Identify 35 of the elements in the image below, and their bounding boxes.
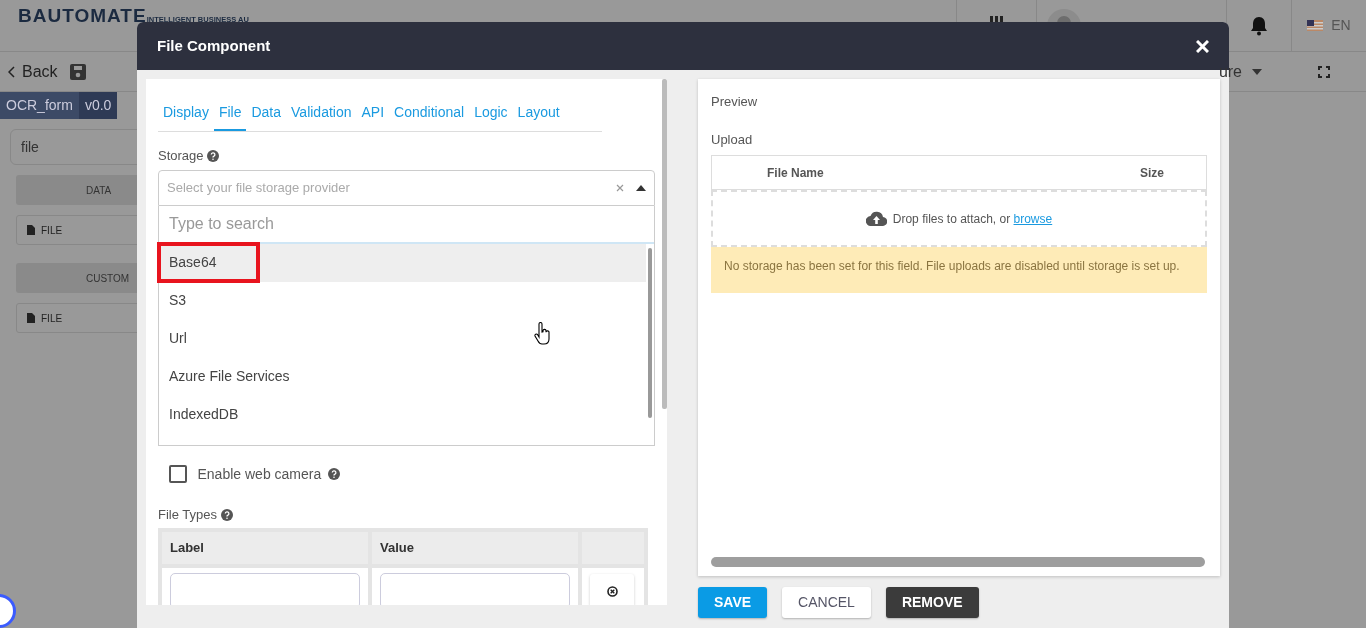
action-button[interactable]: CANCEL bbox=[782, 587, 871, 618]
logo: BAUTOMATE bbox=[18, 6, 147, 25]
checkbox-label: Enable web camera bbox=[197, 464, 322, 484]
tab[interactable]: Conditional bbox=[389, 96, 470, 131]
tab[interactable]: Validation bbox=[286, 96, 357, 131]
field-label: Upload bbox=[711, 130, 754, 149]
column-header: Size bbox=[1140, 164, 1164, 182]
tab[interactable]: API bbox=[356, 96, 390, 131]
browse-link[interactable]: browse bbox=[1013, 211, 1053, 226]
tab[interactable]: Data bbox=[246, 96, 287, 131]
tab[interactable]: Logic bbox=[469, 96, 513, 131]
field-label: Storage bbox=[158, 148, 204, 163]
column-header: Label bbox=[160, 530, 370, 566]
drop-text: Drop files to attach, or browse bbox=[892, 210, 1053, 228]
dropdown-option[interactable]: Azure File Services bbox=[159, 357, 646, 396]
dialog-title: File Component bbox=[157, 35, 271, 56]
panel-title: Preview bbox=[711, 93, 759, 111]
dropdown-option[interactable]: Base64 bbox=[159, 243, 646, 282]
back-button[interactable]: Back bbox=[0, 59, 70, 84]
tab[interactable]: Display bbox=[158, 96, 214, 131]
column-header: Value bbox=[370, 530, 580, 566]
tab[interactable]: File bbox=[213, 96, 247, 131]
version-badge: v0.0 bbox=[78, 92, 118, 119]
column-header: File Name bbox=[767, 164, 824, 182]
warning-message: No storage has been set for this field. File uploads are disabled until storage is set up. bbox=[711, 247, 1207, 293]
field-label: File Types bbox=[158, 506, 217, 522]
action-button[interactable]: SAVE bbox=[698, 587, 768, 618]
storage-select[interactable]: Select your file storage provider bbox=[158, 169, 655, 206]
dropdown-option[interactable]: IndexedDB bbox=[159, 395, 646, 434]
form-name: OCR_form bbox=[0, 92, 79, 119]
action-button[interactable]: REMOVE bbox=[885, 587, 979, 618]
language-button[interactable]: EN bbox=[1331, 15, 1351, 36]
dropdown-option[interactable]: S3 bbox=[159, 281, 646, 320]
tab[interactable]: Layout bbox=[512, 96, 565, 131]
dropdown-option[interactable]: Url bbox=[159, 319, 646, 358]
